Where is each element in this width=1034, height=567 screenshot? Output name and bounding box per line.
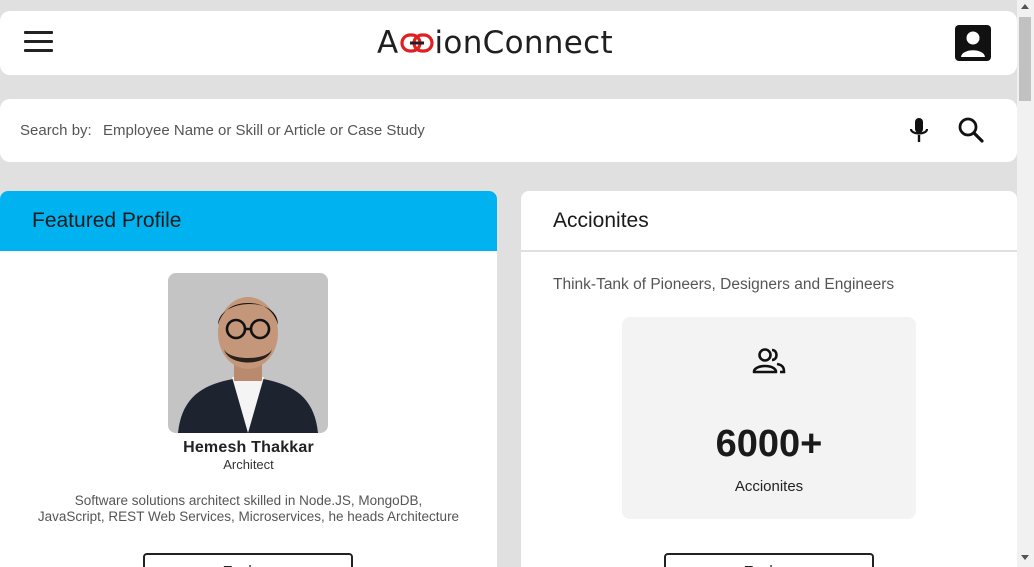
- search-input[interactable]: [103, 115, 873, 145]
- accionites-title: Accionites: [521, 191, 1017, 252]
- logo-text-prefix: A: [377, 25, 399, 61]
- profile-description-line1: Software solutions architect skilled in …: [74, 493, 423, 508]
- accionites-tagline: Think-Tank of Pioneers, Designers and En…: [553, 276, 895, 293]
- hamburger-menu-icon[interactable]: [24, 31, 53, 55]
- accionites-count: 6000+: [715, 423, 823, 465]
- profile-name: Hemesh Thakkar: [183, 439, 314, 456]
- logo-text-suffix: ionConnect: [434, 25, 613, 61]
- profile-description: Software solutions architect skilled in …: [30, 493, 467, 525]
- profile-role: Architect: [223, 457, 274, 472]
- magnifier-icon[interactable]: [957, 116, 985, 149]
- accionites-stat-box: 6000+ Accionites: [622, 317, 916, 519]
- featured-profile-title: Featured Profile: [0, 191, 497, 251]
- scroll-thumb[interactable]: [1019, 17, 1031, 101]
- scroll-up-arrow-icon[interactable]: [1021, 4, 1029, 9]
- profile-description-line2: JavaScript, REST Web Services, Microserv…: [37, 509, 460, 524]
- profile-photo[interactable]: [168, 273, 328, 433]
- top-app-bar: A ionConnect: [0, 11, 1017, 75]
- scroll-down-arrow-icon[interactable]: [1021, 555, 1029, 560]
- explore-accionites-button[interactable]: Explore: [664, 553, 874, 567]
- featured-profile-card: Featured Profile Hemesh Thakkar Architec…: [0, 191, 497, 567]
- microphone-icon[interactable]: [907, 116, 931, 149]
- search-label: Search by:: [20, 122, 92, 139]
- chain-link-icon: [399, 33, 434, 53]
- page-scrollbar[interactable]: [1017, 0, 1034, 567]
- people-group-icon: [752, 347, 786, 380]
- accionites-card: Accionites Think-Tank of Pioneers, Desig…: [521, 191, 1017, 567]
- accionites-count-label: Accionites: [734, 478, 804, 495]
- account-box-icon[interactable]: [955, 25, 991, 61]
- search-bar: Search by:: [0, 99, 1017, 162]
- accionconnect-logo[interactable]: A ionConnect: [377, 23, 613, 63]
- explore-profile-button[interactable]: Explore: [143, 553, 353, 567]
